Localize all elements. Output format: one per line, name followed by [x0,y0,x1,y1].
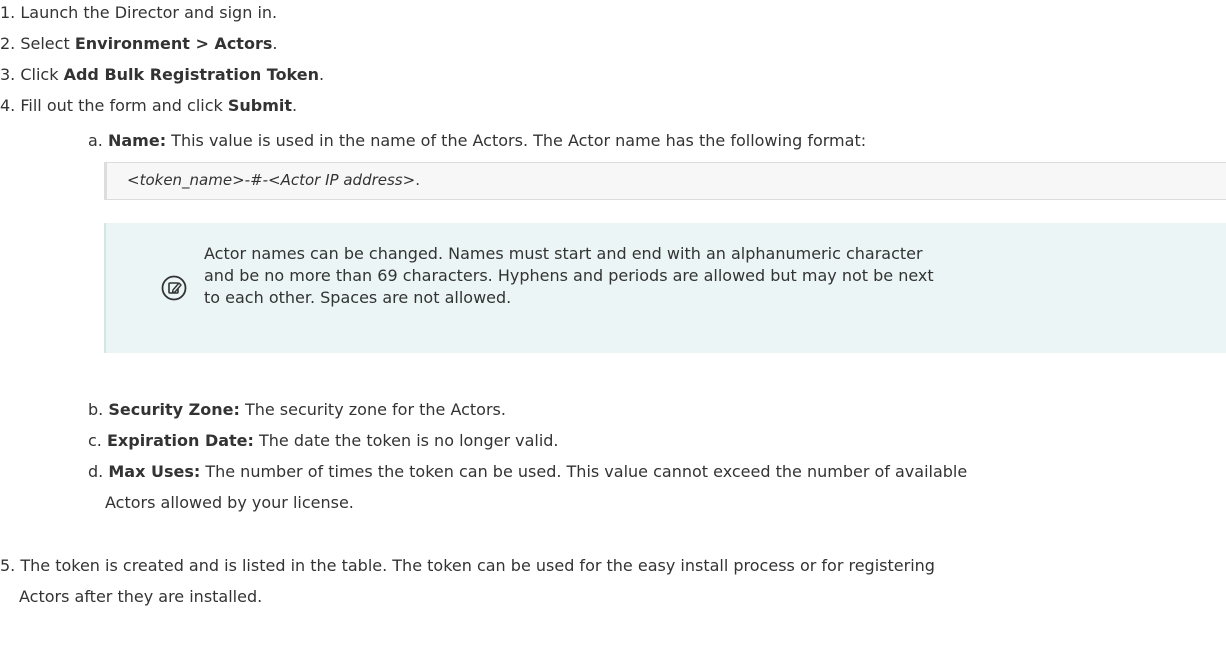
substep-text: The security zone for the Actors. [239,400,506,419]
step-1: 1. Launch the Director and sign in. [0,2,277,24]
step-number: 4. [0,96,16,115]
step-5-continued: Actors after they are installed. [19,587,263,606]
ui-label-submit: Submit [227,96,293,115]
ui-path-environment-actors: Environment > Actors [74,34,273,53]
note-callout: Actor names can be changed. Names must s… [104,223,1226,353]
substep-text: The date the token is no longer valid. [253,431,559,450]
step-text: Select [20,34,75,53]
substep-label: Name: [107,131,167,150]
substep-c: c. Expiration Date: The date the token i… [88,430,559,452]
note-edit-icon [161,275,187,301]
step-number: 5. [0,556,16,575]
ui-label-add-bulk-registration-token: Add Bulk Registration Token [63,65,320,84]
substep-number: b. [88,400,104,419]
substep-label: Security Zone: [108,400,240,419]
substep-d: d. Max Uses: The number of times the tok… [88,461,967,483]
step-3: 3. Click Add Bulk Registration Token. [0,65,325,84]
step-4: 4. Fill out the form and click Submit. [0,96,298,115]
substep-text: The number of times the token can be use… [200,462,968,481]
step-5: 5. The token is created and is listed in… [0,555,935,577]
substep-number: a. [88,131,103,150]
substep-a: a. Name: This value is used in the name … [88,130,866,152]
step-2: 2. Select Environment > Actors. [0,34,278,53]
step-text: The token is created and is listed in th… [20,556,935,575]
substep-number: d. [88,462,104,481]
substep-text: This value is used in the name of the Ac… [166,131,867,150]
note-text: Actor names can be changed. Names must s… [204,244,934,307]
substep-number: c. [88,431,102,450]
substep-label: Expiration Date: [106,431,254,450]
step-text: Click [20,65,64,84]
substep-label: Max Uses: [108,462,201,481]
substep-b: b. Security Zone: The security zone for … [88,399,506,421]
step-text: Launch the Director and sign in. [20,3,278,22]
step-number: 1. [0,3,16,22]
step-number: 2. [0,34,16,53]
step-number: 3. [0,65,16,84]
code-block: <token_name>-#-<Actor IP address>. [104,162,1226,200]
code-format: <token_name>-#-<Actor IP address> [127,171,416,189]
document-page: 1. Launch the Director and sign in. 2. S… [0,0,1226,650]
substep-d-continued: Actors allowed by your license. [105,493,354,512]
step-text: Fill out the form and click [20,96,228,115]
